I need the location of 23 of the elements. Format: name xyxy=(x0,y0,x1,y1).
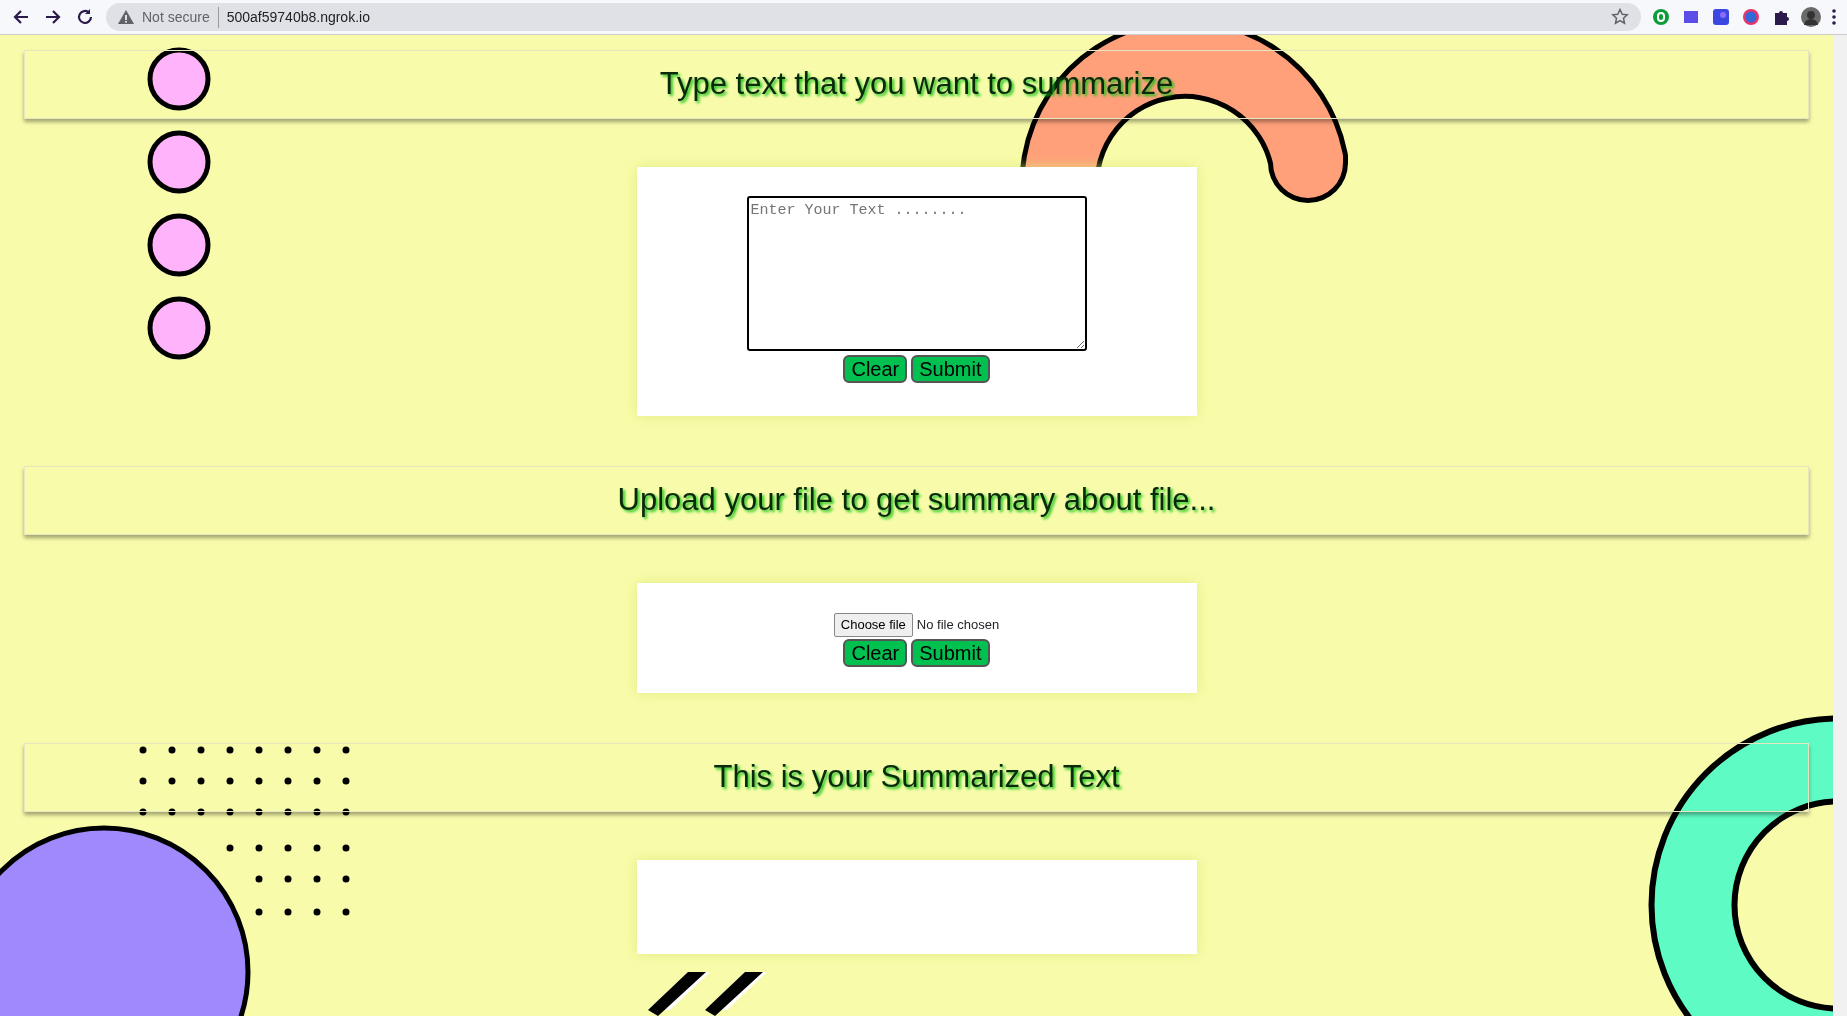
circle-shape xyxy=(147,296,211,360)
section-heading: This is your Summarized Text xyxy=(713,758,1120,797)
extension-icon[interactable] xyxy=(1741,7,1761,27)
extension-icon[interactable] xyxy=(1651,7,1671,27)
section-heading: Upload your file to get summary about file... xyxy=(617,481,1216,520)
circle-shape xyxy=(147,130,211,194)
avatar-icon[interactable] xyxy=(1801,7,1821,27)
menu-icon[interactable] xyxy=(1831,8,1837,26)
clear-button[interactable]: Clear xyxy=(843,638,908,667)
file-status: No file chosen xyxy=(916,616,1000,634)
choose-file-button[interactable]: Choose file xyxy=(833,613,913,637)
submit-button[interactable]: Submit xyxy=(911,355,990,383)
security-label: Not secure xyxy=(142,6,219,28)
circle-shape xyxy=(147,213,211,277)
star-icon[interactable] xyxy=(1611,8,1629,26)
text-input[interactable]: Enter Your Text ........ xyxy=(746,196,1087,351)
warning-icon xyxy=(118,10,134,24)
circle-shape xyxy=(147,47,211,111)
url-text: 500af59740b8.ngrok.io xyxy=(226,7,370,27)
extension-icon[interactable] xyxy=(1711,7,1731,27)
submit-button[interactable]: Submit xyxy=(911,638,990,667)
clear-button[interactable]: Clear xyxy=(843,355,908,383)
address-bar[interactable]: Not secure 500af59740b8.ngrok.io xyxy=(106,3,1641,31)
